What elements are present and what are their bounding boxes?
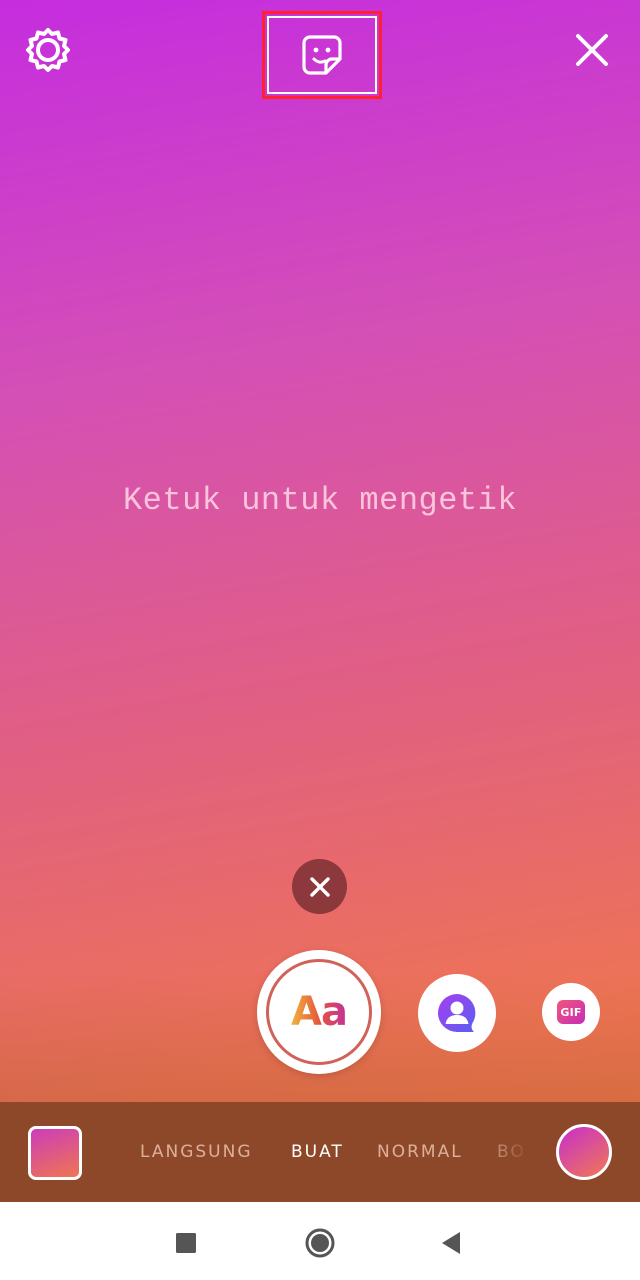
home-button[interactable] [303, 1226, 337, 1260]
gif-icon: GIF [557, 1000, 585, 1024]
settings-button[interactable] [24, 26, 72, 74]
color-picker-button[interactable] [556, 1124, 612, 1180]
text-mode-label: Aa [291, 989, 348, 1035]
sticker-icon [302, 35, 342, 75]
gallery-thumbnail[interactable] [28, 1126, 82, 1180]
mode-selector-bar: LANGSUNG BUAT NORMAL BO [0, 1102, 640, 1202]
mention-button[interactable] [418, 974, 496, 1052]
mode-normal[interactable]: NORMAL [377, 1142, 463, 1162]
gear-icon [26, 28, 70, 72]
mode-buat[interactable]: BUAT [291, 1142, 344, 1162]
recent-apps-button[interactable] [169, 1226, 203, 1260]
dismiss-button[interactable] [292, 859, 347, 914]
text-placeholder[interactable]: Ketuk untuk mengetik [0, 482, 640, 519]
square-icon [176, 1233, 196, 1253]
close-button[interactable] [570, 28, 614, 72]
gif-button[interactable]: GIF [542, 983, 600, 1041]
story-canvas[interactable]: Ketuk untuk mengetik Aa GIF [0, 0, 640, 1202]
back-button[interactable] [434, 1226, 468, 1260]
close-icon [309, 876, 330, 897]
close-icon [576, 34, 608, 66]
mode-boomerang[interactable]: BO [497, 1142, 526, 1162]
sticker-button[interactable] [262, 11, 382, 99]
circle-icon [305, 1228, 335, 1258]
story-create-screen: Ketuk untuk mengetik Aa GIF LANGSUNG BUA… [0, 0, 640, 1280]
mention-icon [438, 994, 476, 1032]
top-toolbar [0, 0, 640, 100]
mode-list: LANGSUNG BUAT NORMAL BO [100, 1102, 530, 1202]
triangle-left-icon [442, 1232, 460, 1254]
text-mode-button[interactable]: Aa [257, 950, 381, 1074]
mode-langsung[interactable]: LANGSUNG [140, 1142, 253, 1162]
system-navigation-bar [0, 1202, 640, 1280]
